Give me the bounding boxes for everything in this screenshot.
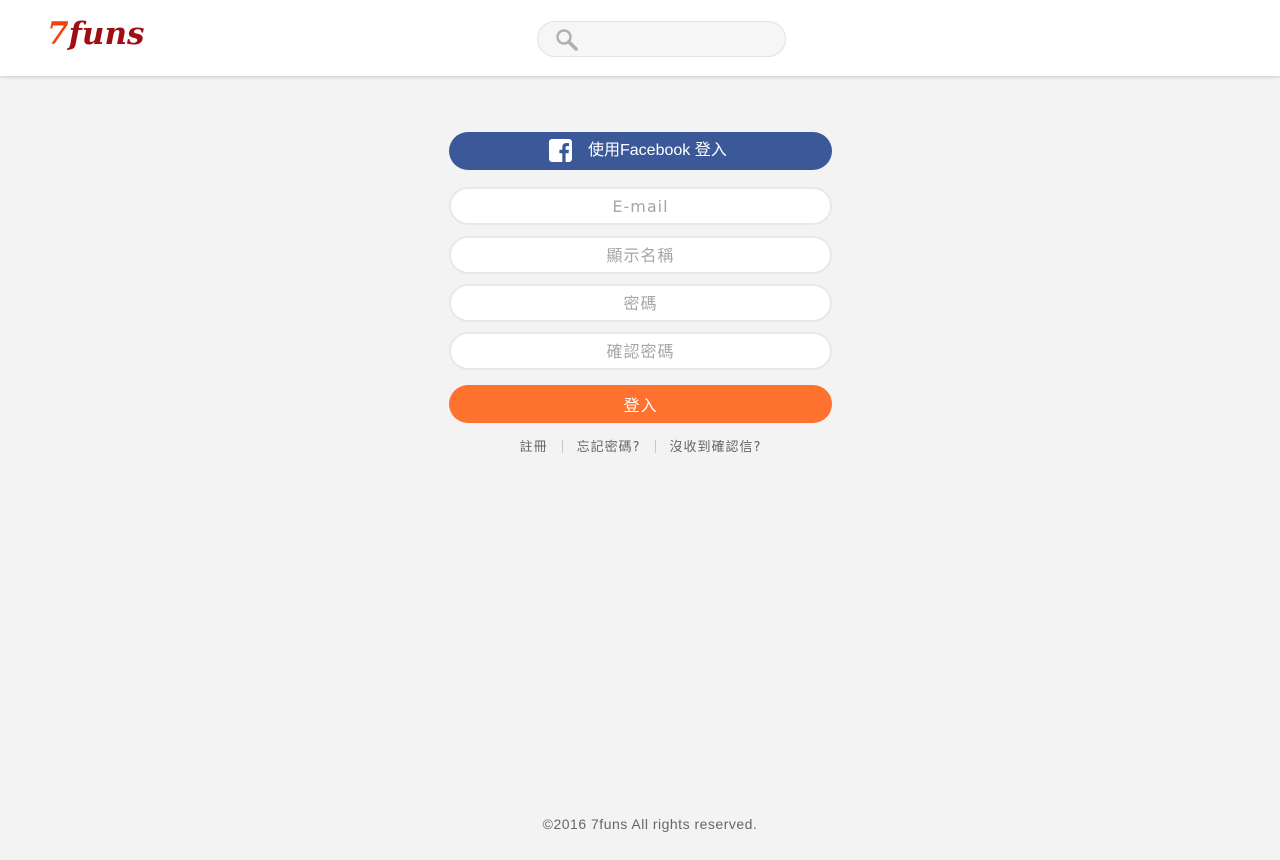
confirm-password-field[interactable] xyxy=(449,332,832,370)
link-divider xyxy=(561,440,563,453)
facebook-icon xyxy=(549,139,572,162)
header: 7funs xyxy=(0,0,1280,76)
email-field[interactable] xyxy=(449,187,832,225)
facebook-login-button[interactable]: 使用Facebook 登入 xyxy=(449,132,832,170)
facebook-login-label: 使用Facebook 登入 xyxy=(588,142,727,159)
copyright-text: ©2016 7funs All rights reserved. xyxy=(542,816,758,832)
footer: ©2016 7funs All rights reserved. xyxy=(0,814,1280,834)
search-input[interactable] xyxy=(588,28,777,52)
logo-funs: funs xyxy=(68,16,145,52)
logo-seven: 7 xyxy=(47,16,69,52)
account-links: 註冊 忘記密碼? 沒收到確認信? xyxy=(449,438,832,458)
login-button[interactable]: 登入 xyxy=(449,385,832,423)
display-name-field[interactable] xyxy=(449,236,832,274)
password-field[interactable] xyxy=(449,284,832,322)
link-divider xyxy=(654,440,656,453)
forgot-password-link[interactable]: 忘記密碼? xyxy=(577,440,641,455)
site-logo[interactable]: 7funs xyxy=(47,14,144,54)
register-link[interactable]: 註冊 xyxy=(520,440,548,455)
search-box[interactable] xyxy=(537,21,786,57)
search-icon[interactable] xyxy=(555,28,579,52)
resend-confirmation-link[interactable]: 沒收到確認信? xyxy=(670,440,762,455)
